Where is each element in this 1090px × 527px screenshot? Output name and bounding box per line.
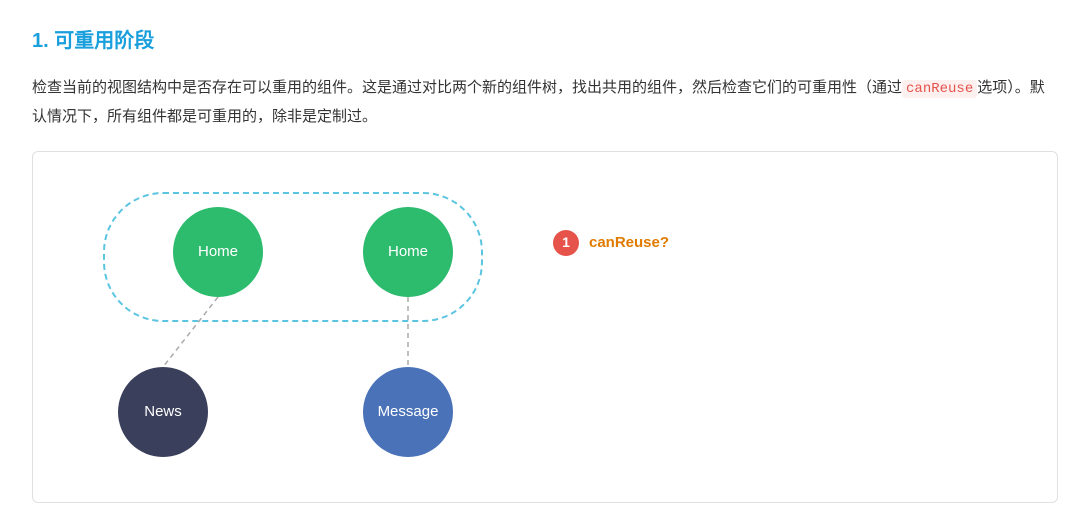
annotation-badge: 1 (553, 230, 579, 256)
description: 检查当前的视图结构中是否存在可以重用的组件。这是通过对比两个新的组件树，找出共用… (32, 74, 1058, 131)
node-message: Message (363, 367, 453, 457)
node-home-left: Home (173, 207, 263, 297)
diagram-container: Home Home News Message 1 canReuse? (32, 151, 1058, 503)
node-news: News (118, 367, 208, 457)
diagram-inner: Home Home News Message 1 canReuse? (63, 182, 1027, 472)
description-text-1: 检查当前的视图结构中是否存在可以重用的组件。这是通过对比两个新的组件树，找出共用… (32, 79, 902, 96)
annotation-label: canReuse? (589, 230, 669, 256)
code-token: canReuse (902, 80, 977, 98)
node-home-right: Home (363, 207, 453, 297)
annotation: 1 canReuse? (553, 230, 669, 256)
section-title: 1. 可重用阶段 (32, 24, 1058, 58)
